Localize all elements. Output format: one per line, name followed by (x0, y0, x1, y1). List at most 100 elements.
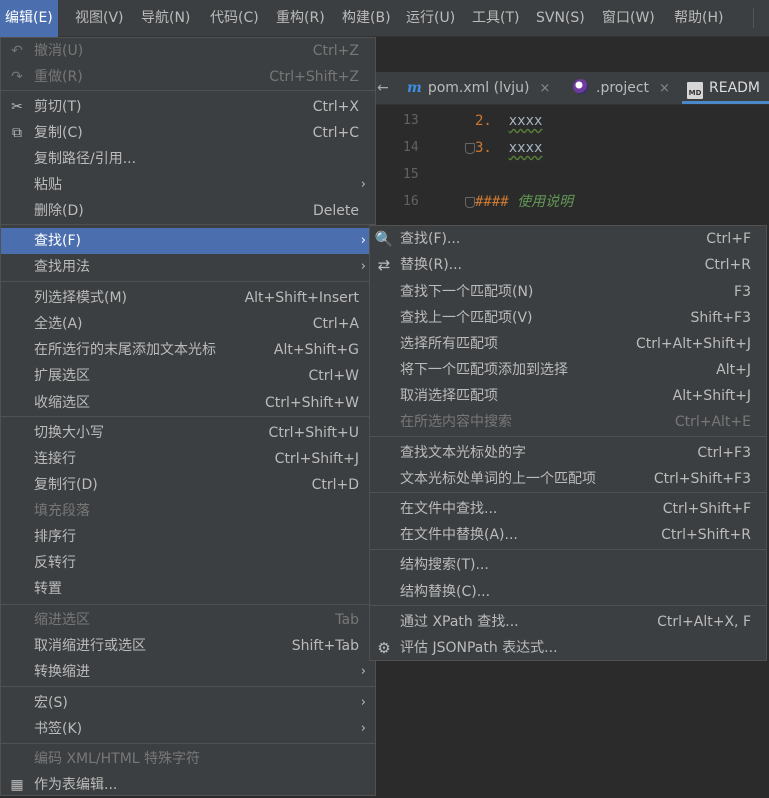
jsonpath-icon: ⚙ (377, 639, 391, 657)
menu-build[interactable]: 构建(B) (337, 0, 396, 37)
code-text: 3. xxxx (475, 140, 543, 156)
editor-tab-bar: m pom.xml (lvju) × .project × MD READM (375, 72, 769, 105)
menu-item-cut[interactable]: ✂ 剪切(T) Ctrl+X (1, 94, 375, 120)
menu-item-unselect-occurrence[interactable]: 取消选择匹配项 Alt+Shift+J (370, 383, 766, 409)
tab-pom-xml[interactable]: m pom.xml (lvju) × (407, 72, 550, 105)
menu-item-undo[interactable]: ↶ 撤消(U) Ctrl+Z (1, 38, 375, 64)
tab-label: pom.xml (lvju) (427, 80, 530, 96)
menu-separator (1, 281, 375, 282)
menu-item-select-all[interactable]: 全选(A) Ctrl+A (1, 311, 375, 337)
replace-icon: ⇄ (377, 256, 391, 274)
code-line[interactable]: 16 #### 使用说明 (375, 189, 769, 215)
menu-item-add-carets[interactable]: 在所选行的末尾添加文本光标 Alt+Shift+G (1, 337, 375, 363)
menu-item-delete[interactable]: 删除(D) Delete (1, 198, 375, 224)
menu-item-find-previous[interactable]: 查找上一个匹配项(V) Shift+F3 (370, 305, 766, 331)
menu-item-bookmarks[interactable]: 书签(K) › (1, 716, 375, 742)
menu-item-reverse-lines[interactable]: 反转行 (1, 550, 375, 576)
menu-tools[interactable]: 工具(T) (467, 0, 524, 37)
menu-separator (1, 416, 375, 417)
menu-item-find-in-files[interactable]: 在文件中查找... Ctrl+Shift+F (370, 496, 766, 522)
menu-view[interactable]: 视图(V) (70, 0, 129, 37)
menu-item-sort-lines[interactable]: 排序行 (1, 524, 375, 550)
submenu-arrow-icon: › (360, 177, 366, 192)
tab-label: .project (596, 80, 650, 96)
undo-icon: ↶ (11, 43, 23, 59)
left-arrow-icon[interactable]: ← (377, 80, 389, 96)
menu-separator (370, 605, 766, 606)
menu-item-duplicate-line[interactable]: 复制行(D) Ctrl+D (1, 472, 375, 498)
menu-item-find-dialog[interactable]: 🔍 查找(F)... Ctrl+F (370, 226, 766, 252)
line-number: 15 (403, 167, 419, 182)
menu-item-previous-word-at-caret[interactable]: 文本光标处单词的上一个匹配项 Ctrl+Shift+F3 (370, 466, 766, 492)
menu-separator (1, 604, 375, 605)
menu-separator (370, 549, 766, 550)
code-line[interactable]: 13 2. xxxx (375, 108, 769, 134)
menu-edit[interactable]: 编辑(E) (0, 0, 58, 37)
menu-item-structural-search[interactable]: 结构搜索(T)... (370, 552, 766, 578)
menu-refactor[interactable]: 重构(R) (271, 0, 330, 37)
menu-bar-divider (753, 8, 754, 28)
menu-item-transpose[interactable]: 转置 (1, 576, 375, 602)
fold-marker-icon[interactable] (465, 143, 475, 154)
submenu-arrow-icon: › (360, 259, 366, 274)
menu-separator (1, 686, 375, 687)
menu-window[interactable]: 窗口(W) (597, 0, 660, 37)
code-line[interactable]: 14 3. xxxx (375, 135, 769, 161)
menu-code[interactable]: 代码(C) (205, 0, 264, 37)
tab-label: READM (709, 80, 761, 96)
menu-item-redo[interactable]: ↷ 重做(R) Ctrl+Shift+Z (1, 64, 375, 90)
menu-item-paste[interactable]: 粘贴 › (1, 172, 375, 198)
markdown-icon: MD (687, 82, 703, 99)
menu-item-join-lines[interactable]: 连接行 Ctrl+Shift+J (1, 446, 375, 472)
menu-item-macros[interactable]: 宏(S) › (1, 690, 375, 716)
close-icon[interactable]: × (540, 81, 551, 96)
submenu-arrow-icon: › (360, 664, 366, 679)
menu-run[interactable]: 运行(U) (401, 0, 460, 37)
menu-separator (1, 224, 375, 225)
menu-item-replace[interactable]: ⇄ 替换(R)... Ctrl+R (370, 252, 766, 278)
edit-menu: ↶ 撤消(U) Ctrl+Z ↷ 重做(R) Ctrl+Shift+Z ✂ 剪切(T) Ct… (0, 37, 376, 796)
menu-item-convert-indents[interactable]: 转换缩进 › (1, 659, 375, 685)
menu-svn[interactable]: SVN(S) (531, 0, 590, 37)
menu-item-edit-as-table[interactable]: ▦ 作为表编辑... (1, 772, 375, 798)
menu-separator (370, 436, 766, 437)
line-number: 16 (403, 194, 419, 209)
menu-item-search-in-selection[interactable]: 在所选内容中搜索 Ctrl+Alt+E (370, 409, 766, 435)
line-number: 13 (403, 113, 419, 128)
close-icon[interactable]: × (659, 81, 670, 96)
menu-separator (370, 492, 766, 493)
menu-item-find-next[interactable]: 查找下一个匹配项(N) F3 (370, 279, 766, 305)
menu-item-shrink-selection[interactable]: 收缩选区 Ctrl+Shift+W (1, 390, 375, 416)
line-number: 14 (403, 140, 419, 155)
menu-item-extend-selection[interactable]: 扩展选区 Ctrl+W (1, 363, 375, 389)
menu-navigate[interactable]: 导航(N) (136, 0, 195, 37)
menu-item-copy-path[interactable]: 复制路径/引用... (1, 146, 375, 172)
fold-marker-icon[interactable] (465, 197, 475, 208)
menu-item-replace-in-files[interactable]: 在文件中替换(A)... Ctrl+Shift+R (370, 522, 766, 548)
menu-separator (1, 90, 375, 91)
submenu-arrow-icon: › (360, 721, 366, 736)
menu-help[interactable]: 帮助(H) (669, 0, 728, 37)
menu-item-unindent[interactable]: 取消缩进行或选区 Shift+Tab (1, 633, 375, 659)
menu-item-add-next-occurrence[interactable]: 将下一个匹配项添加到选择 Alt+J (370, 357, 766, 383)
code-text: 2. xxxx (475, 113, 543, 129)
menu-item-column-selection[interactable]: 列选择模式(M) Alt+Shift+Insert (1, 285, 375, 311)
menu-item-find[interactable]: 查找(F) › (1, 228, 375, 254)
menu-item-find-usages[interactable]: 查找用法 › (1, 254, 375, 280)
menu-item-indent-selection[interactable]: 缩进选区 Tab (1, 607, 375, 633)
maven-icon: m (407, 80, 422, 96)
code-text: #### 使用说明 (475, 194, 574, 210)
menu-item-find-word-at-caret[interactable]: 查找文本光标处的字 Ctrl+F3 (370, 440, 766, 466)
code-line[interactable]: 15 (375, 162, 769, 188)
menu-item-copy[interactable]: ⧉ 复制(C) Ctrl+C (1, 120, 375, 146)
copy-icon: ⧉ (12, 125, 22, 141)
menu-item-toggle-case[interactable]: 切换大小写 Ctrl+Shift+U (1, 420, 375, 446)
menu-item-fill-paragraph[interactable]: 填充段落 (1, 498, 375, 524)
menu-item-find-by-xpath[interactable]: 通过 XPath 查找... Ctrl+Alt+X, F (370, 609, 766, 635)
menu-item-structural-replace[interactable]: 结构替换(C)... (370, 579, 766, 605)
menu-item-select-all-occurrences[interactable]: 选择所有匹配项 Ctrl+Alt+Shift+J (370, 331, 766, 357)
menu-item-evaluate-jsonpath[interactable]: ⚙ 评估 JSONPath 表达式... (370, 635, 766, 661)
tab-project[interactable]: .project × (573, 72, 670, 105)
scissors-icon: ✂ (11, 99, 23, 115)
menu-item-encode-xml[interactable]: 编码 XML/HTML 特殊字符 (1, 746, 375, 772)
